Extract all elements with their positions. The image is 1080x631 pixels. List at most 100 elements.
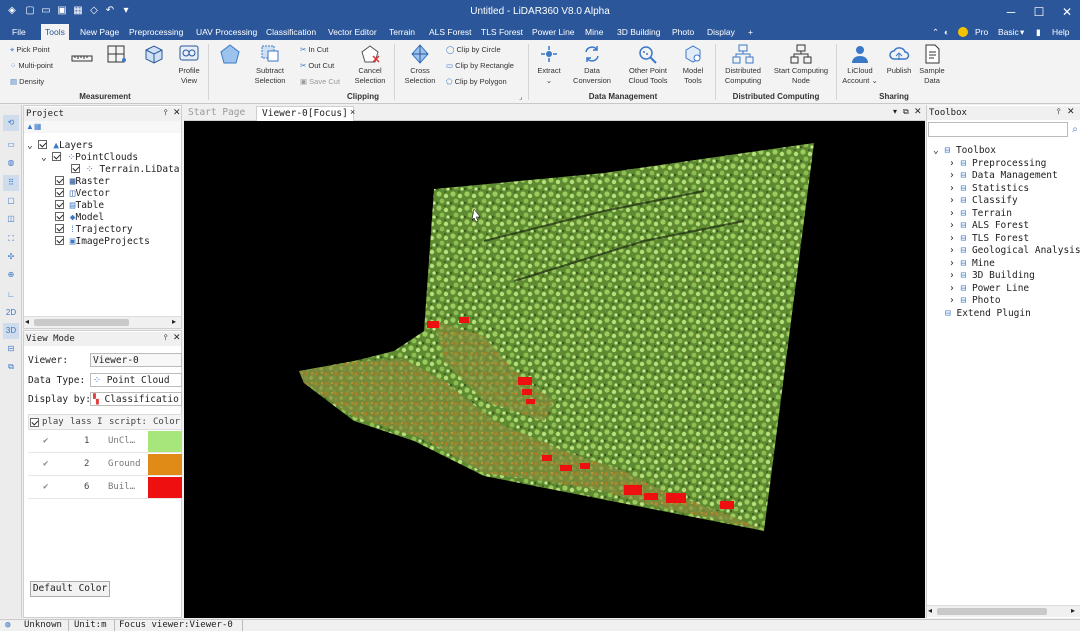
menu-mine[interactable]: Mine [585, 24, 603, 40]
tree-model[interactable]: ◆Model [55, 212, 104, 224]
clip-by-polygon-button[interactable]: ⬠ Clip by Polygon [446, 77, 507, 87]
scroll-right-icon[interactable]: ▸ [172, 317, 176, 326]
tree-vector[interactable]: ◫Vector [55, 188, 110, 200]
toolbox-item-tls-forest[interactable]: › ⊟ TLS Forest [949, 233, 1029, 245]
cube-view-icon[interactable]: ◫ [3, 211, 19, 227]
tree-imageprojects[interactable]: ▣ImageProjects [55, 236, 150, 248]
menu-uav-processing[interactable]: UAV Processing [196, 24, 257, 40]
collapse-ribbon-icon[interactable]: ⌃ [932, 24, 939, 40]
layer-add-icon[interactable]: ▲▦ [26, 122, 41, 131]
expand-arrow-icon[interactable]: › [949, 195, 955, 206]
clip-by-circle-button[interactable]: ◯ Clip by Circle [446, 45, 501, 55]
row-visible-check[interactable]: ✔ [43, 436, 48, 446]
table-checkbox[interactable] [55, 200, 64, 209]
header-checkbox[interactable] [30, 418, 39, 429]
view-3d-icon[interactable]: 3D [3, 323, 19, 339]
tab-list-icon[interactable]: ▾ [893, 107, 897, 116]
paint-icon[interactable]: ◐ [944, 24, 949, 40]
in-cut-button[interactable]: ✂ In Cut [300, 45, 328, 55]
toolbox-search-input[interactable] [928, 122, 1068, 137]
toolbox-item-als-forest[interactable]: › ⊟ ALS Forest [949, 220, 1029, 232]
pro-label[interactable]: Pro [975, 24, 988, 40]
toolbox-item-3d-building[interactable]: › ⊟ 3D Building [949, 270, 1035, 282]
point-cloud-viewer[interactable] [184, 121, 925, 618]
cross-selection-button[interactable]: Cross Selection [402, 44, 438, 86]
expand-arrow-icon[interactable]: › [949, 158, 955, 169]
collapse-icon[interactable]: ⌄ [933, 145, 939, 156]
data-type-select[interactable]: ⁘ Point Cloud [90, 373, 182, 387]
toolbox-item-photo[interactable]: › ⊟ Photo [949, 295, 1001, 307]
ruler-button[interactable] [68, 48, 96, 70]
display-mode-icon[interactable]: ▭ [3, 137, 19, 153]
default-color-button[interactable]: Default Color [30, 581, 110, 597]
cancel-selection-button[interactable]: Cancel Selection [352, 44, 388, 86]
view-2d-icon[interactable]: 2D [3, 305, 19, 321]
vector-checkbox[interactable] [55, 188, 64, 197]
menu-display[interactable]: Display [707, 24, 735, 40]
expand-arrow-icon[interactable]: › [949, 295, 955, 306]
mode-dropdown-icon[interactable]: ▾ [1020, 24, 1024, 40]
menu-add-tab[interactable]: + [748, 24, 753, 40]
measure-volume-button[interactable] [140, 44, 168, 66]
menu-vector-editor[interactable]: Vector Editor [328, 24, 377, 40]
menu-power-line[interactable]: Power Line [532, 24, 575, 40]
menu-file[interactable]: File [12, 24, 26, 40]
menu-classification[interactable]: Classification [266, 24, 316, 40]
sync-view-icon[interactable]: ⧉ [3, 359, 19, 375]
toolbox-item-classify[interactable]: › ⊟ Classify [949, 195, 1018, 207]
measure-grid-button[interactable] [104, 44, 130, 66]
expand-arrow-icon[interactable]: › [949, 220, 955, 231]
imageprojects-checkbox[interactable] [55, 236, 64, 245]
scroll-thumb[interactable] [937, 608, 1047, 615]
tab-viewer-0[interactable]: Viewer-0[Focus] [256, 106, 354, 121]
pin-icon[interactable]: ⫯ [164, 108, 167, 118]
point-cloud-render[interactable] [184, 121, 925, 618]
basic-label[interactable]: Basic [998, 24, 1019, 40]
profile-view-button[interactable]: Profile View [174, 44, 204, 86]
menu-tls-forest[interactable]: TLS Forest [481, 24, 523, 40]
pin-icon[interactable]: ⫯ [1057, 107, 1060, 117]
layers-checkbox[interactable] [38, 140, 48, 149]
viewer-close-icon[interactable]: ✕ [914, 106, 922, 117]
project-close-icon[interactable]: ✕ [173, 107, 181, 118]
scroll-right-icon[interactable]: ▸ [1071, 606, 1075, 615]
multi-point-button[interactable]: ⁘ Multi-point [10, 61, 53, 71]
menu-new-page[interactable]: New Page [80, 24, 119, 40]
model-checkbox[interactable] [55, 212, 64, 221]
expand-arrow-icon[interactable]: › [949, 270, 955, 281]
polygon-select-button[interactable] [214, 44, 246, 66]
toolbox-item-data-management[interactable]: › ⊟ Data Management [949, 170, 1058, 182]
close-icon[interactable]: ✕ [1052, 0, 1080, 24]
pick-point-button[interactable]: ⌖ Pick Point [10, 45, 50, 55]
point-grid-icon[interactable]: ⠿ [3, 175, 19, 191]
out-cut-button[interactable]: ✂ Out Cut [300, 61, 334, 71]
tree-trajectory[interactable]: ⁞Trajectory [55, 224, 133, 236]
expand-arrow-icon[interactable]: › [949, 233, 955, 244]
toolbox-item-preprocessing[interactable]: › ⊟ Preprocessing [949, 158, 1046, 170]
toolbox-item-geological-analysis[interactable]: › ⊟ Geological Analysis [949, 245, 1080, 257]
scroll-left-icon[interactable]: ◂ [928, 606, 932, 615]
view-mode-close-icon[interactable]: ✕ [173, 332, 181, 343]
expand-arrow-icon[interactable]: › [949, 208, 955, 219]
split-view-icon[interactable]: ⊟ [3, 341, 19, 357]
globe-icon[interactable]: ◍ [3, 155, 19, 171]
raster-checkbox[interactable] [55, 176, 64, 185]
expand-arrow-icon[interactable]: › [949, 183, 955, 194]
maximize-icon[interactable]: ☐ [1024, 0, 1054, 24]
expand-icon[interactable]: ⌄ [41, 152, 47, 163]
clip-by-rectangle-button[interactable]: ▭ Clip by Rectangle [446, 61, 514, 71]
toolbox-item-power-line[interactable]: › ⊟ Power Line [949, 283, 1029, 295]
tree-raster[interactable]: ▦Raster [55, 176, 110, 188]
row-color-swatch[interactable] [148, 477, 182, 498]
table-row[interactable]: ✔ 6 Buil… [28, 476, 182, 499]
help-circle-icon[interactable] [958, 27, 968, 37]
toolbox-close-icon[interactable]: ✕ [1067, 106, 1075, 117]
menu-terrain[interactable]: Terrain [389, 24, 415, 40]
start-computing-node-button[interactable]: Start Computing Node [770, 44, 832, 86]
fullscreen-icon[interactable]: ⛶ [3, 231, 19, 247]
toolbox-item-mine[interactable]: › ⊟ Mine [949, 258, 995, 270]
other-point-cloud-tools-button[interactable]: Other Point Cloud Tools [622, 44, 674, 86]
scroll-left-icon[interactable]: ◂ [25, 317, 29, 326]
row-visible-check[interactable]: ✔ [43, 459, 48, 469]
sample-data-button[interactable]: Sample Data [916, 44, 948, 86]
